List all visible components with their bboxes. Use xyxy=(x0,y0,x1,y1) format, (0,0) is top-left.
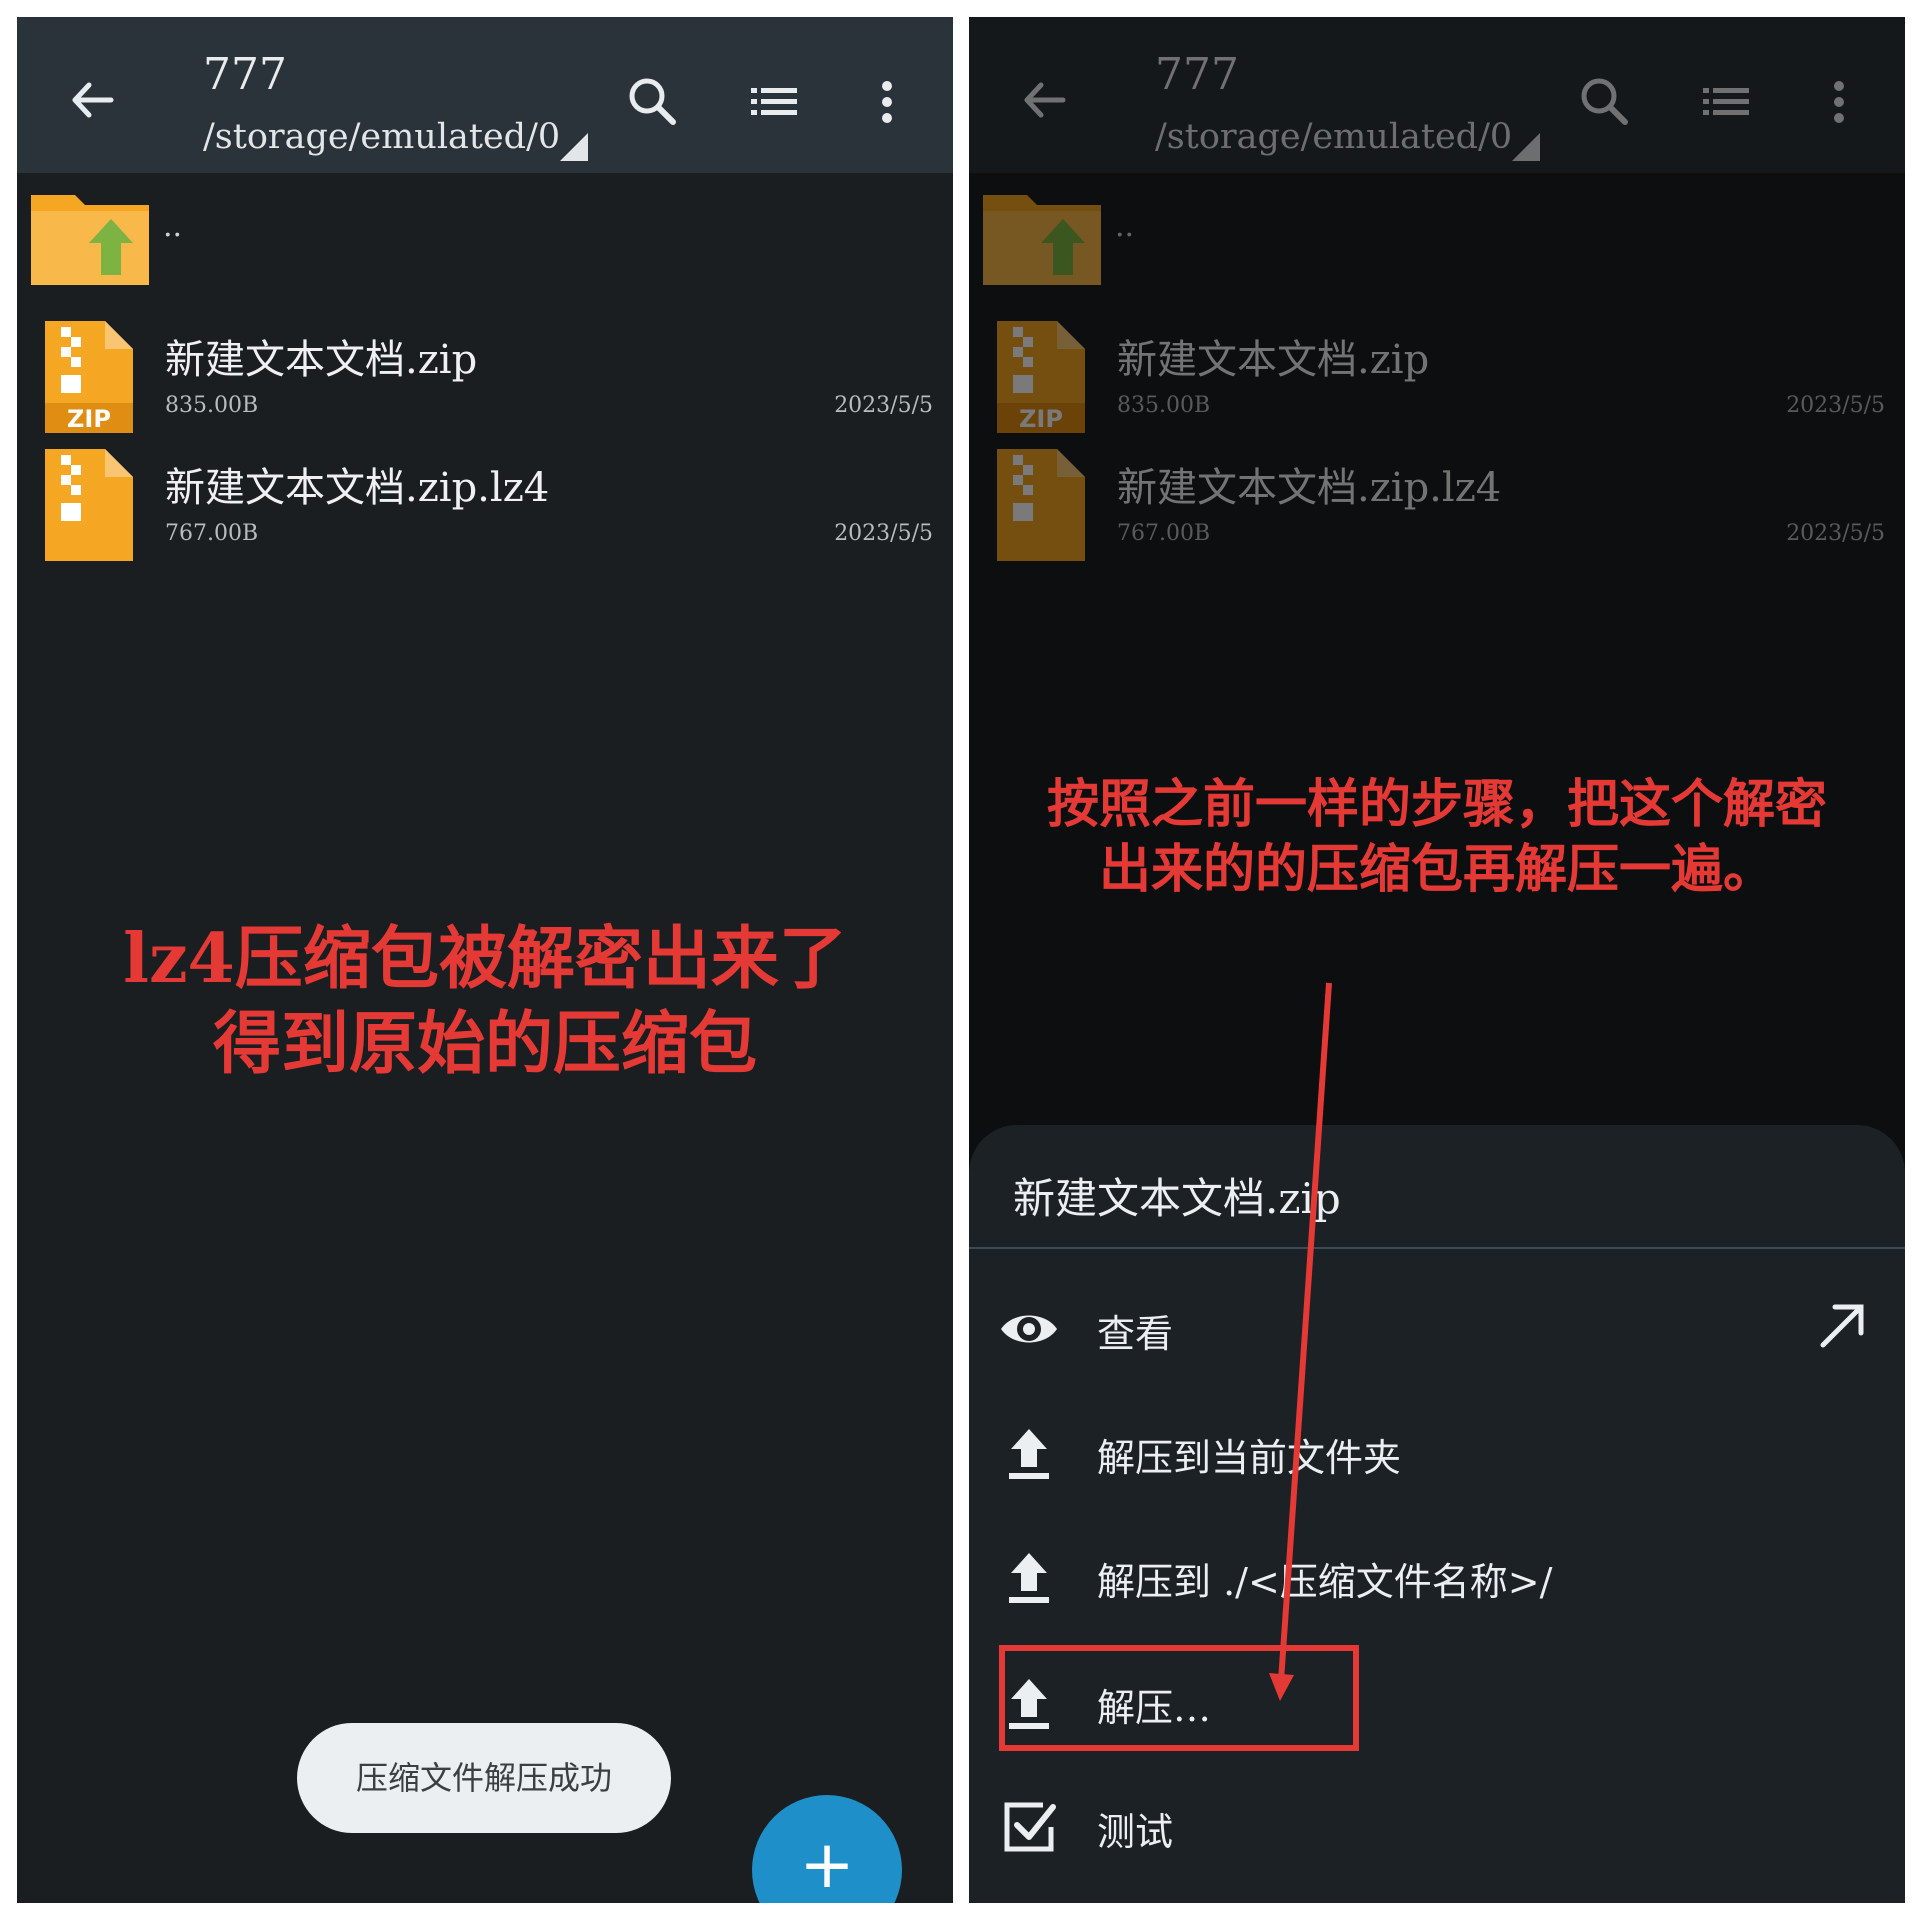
file-name: 新建文本文档.zip.lz4 xyxy=(165,465,550,511)
left-screenshot: 777 /storage/emulated/0 .. ZIP 新建文本文档.zi… xyxy=(17,17,953,1903)
more-vert-icon[interactable] xyxy=(857,72,917,132)
file-size: 767.00B xyxy=(165,521,259,546)
list-view-icon[interactable] xyxy=(745,72,805,132)
search-icon[interactable] xyxy=(623,72,683,132)
folder-title: 777 xyxy=(203,49,287,100)
file-row[interactable]: ZIP 新建文本文档.zip 835.00B 2023/5/5 xyxy=(17,307,953,433)
file-name: 新建文本文档.zip xyxy=(165,337,478,383)
file-row[interactable]: 新建文本文档.zip.lz4 767.00B 2023/5/5 xyxy=(17,435,953,561)
parent-folder-label: .. xyxy=(163,209,183,244)
annotation-line: lz4压缩包被解密出来了 xyxy=(123,919,847,999)
toolbar: 777 /storage/emulated/0 xyxy=(17,17,953,173)
archive-file-icon xyxy=(45,449,133,561)
path-dropdown-icon[interactable] xyxy=(560,133,588,161)
right-screenshot: 777 /storage/emulated/0 .. xyxy=(969,17,1905,1903)
parent-folder-row[interactable]: .. xyxy=(17,189,953,299)
back-arrow-icon[interactable] xyxy=(67,75,117,125)
file-date: 2023/5/5 xyxy=(834,521,933,546)
folder-up-icon xyxy=(31,195,149,285)
annotation-line: 得到原始的压缩包 xyxy=(212,1004,757,1084)
file-size: 835.00B xyxy=(165,393,259,418)
add-fab-button[interactable]: + xyxy=(752,1795,902,1903)
annotation-arrow xyxy=(1269,982,1332,1701)
zip-file-icon: ZIP xyxy=(45,321,133,433)
annotation-left: lz4压缩包被解密出来了 得到原始的压缩包 xyxy=(57,917,913,1087)
path-label[interactable]: /storage/emulated/0 xyxy=(203,117,560,157)
file-date: 2023/5/5 xyxy=(834,393,933,418)
zip-icon-label: ZIP xyxy=(67,405,111,433)
toast-message: 压缩文件解压成功 xyxy=(297,1723,671,1833)
